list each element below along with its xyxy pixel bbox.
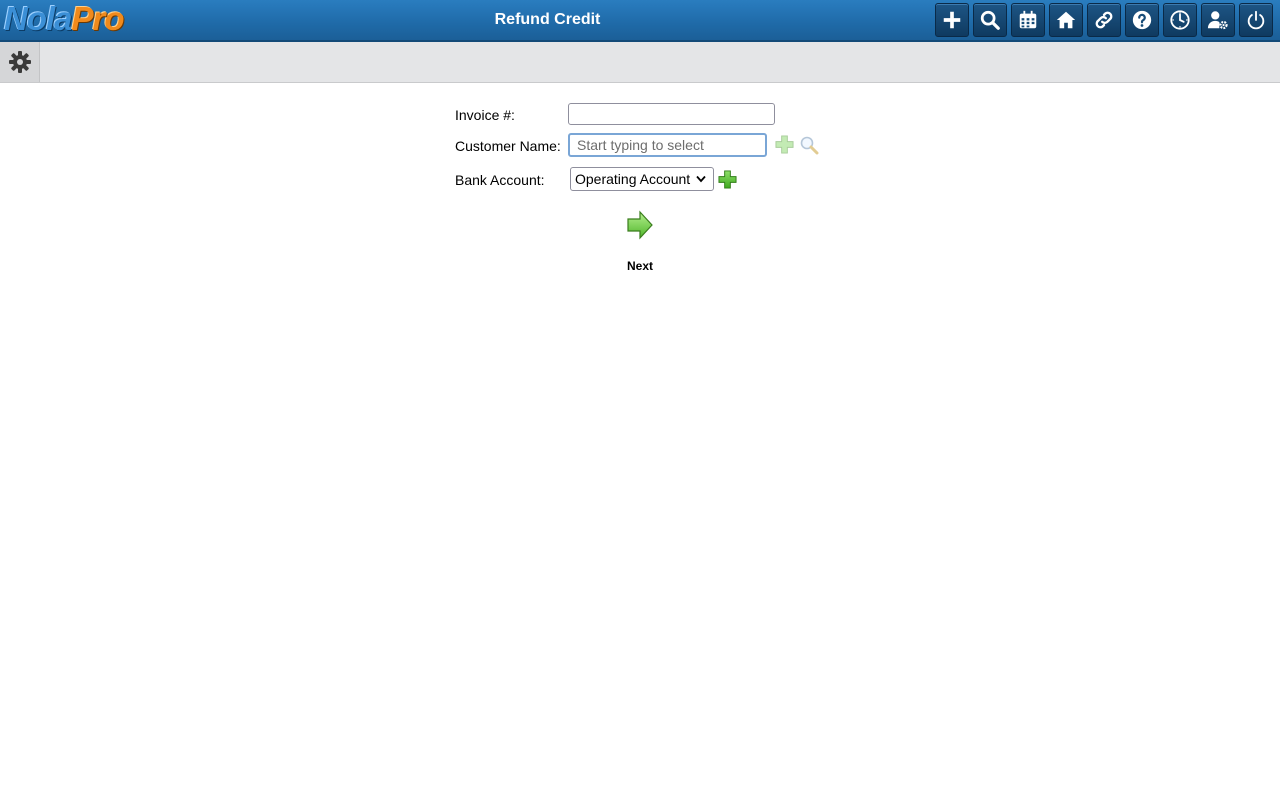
add-customer-button[interactable] [775, 135, 794, 159]
home-button[interactable] [1049, 3, 1083, 37]
next-button[interactable]: Next [612, 210, 668, 273]
invoice-label: Invoice #: [455, 107, 515, 123]
bank-account-label: Bank Account: [455, 172, 545, 188]
plus-icon [943, 11, 961, 29]
bank-account-select[interactable]: Operating Account [570, 167, 714, 191]
magnifier-icon [800, 136, 819, 155]
calendar-icon [1019, 10, 1037, 29]
help-button[interactable] [1125, 3, 1159, 37]
home-icon [1056, 11, 1076, 29]
sub-toolbar [0, 42, 1280, 83]
chevron-down-icon [696, 175, 706, 183]
arrow-right-icon [627, 210, 653, 240]
top-bar: NolaPro Refund Credit [0, 0, 1280, 42]
bank-account-selected: Operating Account [575, 171, 691, 187]
plus-icon [718, 170, 737, 189]
search-customer-button[interactable] [799, 135, 819, 160]
user-settings-button[interactable] [1201, 3, 1235, 37]
logout-button[interactable] [1239, 3, 1273, 37]
next-label: Next [626, 259, 653, 273]
link-icon [1095, 11, 1113, 29]
add-button[interactable] [935, 3, 969, 37]
gear-icon [8, 51, 31, 73]
user-settings-icon [1207, 11, 1228, 30]
help-icon [1132, 10, 1152, 30]
add-bank-account-button[interactable] [718, 170, 737, 194]
customer-name-input[interactable] [568, 133, 767, 157]
clock-icon [1170, 10, 1190, 30]
time-button[interactable] [1163, 3, 1197, 37]
search-icon [980, 10, 1000, 30]
plus-icon [775, 135, 794, 154]
settings-button[interactable] [0, 42, 40, 82]
customer-name-label: Customer Name: [455, 138, 561, 154]
calendar-button[interactable] [1011, 3, 1045, 37]
page-title: Refund Credit [494, 11, 601, 28]
invoice-number-input[interactable] [568, 103, 775, 125]
power-icon [1247, 10, 1265, 30]
links-button[interactable] [1087, 3, 1121, 37]
search-button[interactable] [973, 3, 1007, 37]
